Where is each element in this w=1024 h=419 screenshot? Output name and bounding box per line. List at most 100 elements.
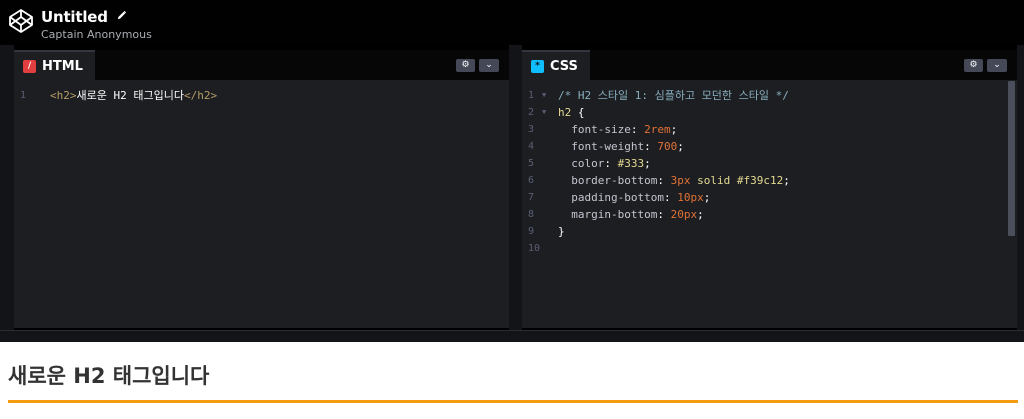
code-text: h2 { [558,104,585,121]
code-line[interactable]: 6 border-bottom: 3px solid #f39c12; [522,172,1017,189]
code-token: 20px [670,208,698,221]
title-block: Untitled Captain Anonymous [41,6,152,41]
line-number: 6 [528,175,535,186]
code-line[interactable]: 5 color: #333; [522,155,1017,172]
line-number: 7 [528,192,535,203]
author-name[interactable]: Captain Anonymous [41,28,152,41]
code-token: </h2> [183,89,218,102]
html-pane-controls: ⚙ ⌄ [456,59,499,72]
code-line[interactable]: 1 ▼/* H2 스타일 1: 심플하고 모던한 스타일 */ [522,87,1017,104]
code-token: : [657,174,671,187]
code-token: 3px [670,174,691,187]
css-dropdown-button[interactable]: ⌄ [987,59,1007,72]
code-token: { [571,106,585,119]
html-tabstrip: / HTML ⚙ ⌄ [14,50,509,80]
css-scrollbar[interactable] [1008,81,1015,236]
line-number: 9 [528,226,535,237]
code-line[interactable]: 2 ▼ h2 { [522,104,1017,121]
html-badge-icon: / [23,59,36,73]
tab-html[interactable]: / HTML [14,50,95,80]
line-number: 8 [528,209,535,220]
code-token: ; [677,140,684,153]
code-text: margin-bottom: 20px; [558,206,704,223]
html-code-editor[interactable]: 1 <h2>새로운 H2 태그입니다</h2> [14,87,509,104]
css-pane-controls: ⚙ ⌄ [964,59,1007,72]
code-line[interactable]: 10 [522,240,1017,257]
pencil-icon[interactable] [116,6,127,25]
code-token: ; [644,157,651,170]
gear-icon: ⚙ [461,60,470,70]
code-token: solid [697,174,731,187]
css-editor-pane: * CSS ⚙ ⌄ 1 ▼/* H2 스타일 1: 심플하고 모던한 스타일 */… [522,50,1017,328]
tab-css-label: CSS [550,58,578,74]
code-token: : [630,123,645,136]
pane-resize-divider[interactable] [509,45,522,330]
code-token: ; [697,208,704,221]
code-token: font-weight [558,140,645,153]
code-line[interactable]: 8 margin-bottom: 20px; [522,206,1017,223]
code-text: /* H2 스타일 1: 심플하고 모던한 스타일 */ [558,87,789,104]
code-token: : [663,191,678,204]
code-token: #333 [617,157,645,170]
code-token: 2rem [644,123,671,136]
code-token: 10px [677,191,704,204]
code-line[interactable]: 3 font-size: 2rem; [522,121,1017,138]
preview-heading: 새로운 H2 태그입니다 [8,360,1018,403]
code-text: } [558,223,565,240]
editor-bottom-resize-bar[interactable] [0,330,1024,342]
code-text: border-bottom: 3px solid #f39c12; [558,172,790,189]
code-token: ; [703,191,711,204]
code-token: padding-bottom [558,191,664,204]
line-number: 3 [528,124,535,135]
chevron-down-icon: ⌄ [485,60,493,70]
code-token: : [604,157,618,170]
code-token: #f39c12 [736,174,784,187]
line-number: 10 [528,243,541,254]
codepen-logo-icon[interactable] [8,8,34,34]
css-tabstrip: * CSS ⚙ ⌄ [522,50,1017,80]
css-code-editor[interactable]: 1 ▼/* H2 스타일 1: 심플하고 모던한 스타일 */2 ▼ h2 {3 fo… [522,87,1017,257]
code-text: color: #333; [558,155,651,172]
code-token: ; [783,174,790,187]
fold-arrow-icon[interactable]: ▼ [542,104,546,121]
line-number: 5 [528,158,535,169]
line-number: 1 [20,90,27,101]
code-token: : [657,208,671,221]
code-token: : [644,140,658,153]
tab-html-label: HTML [42,58,83,74]
code-text: font-weight: 700; [558,138,684,155]
editor-area: / HTML ⚙ ⌄ 1 <h2>새로운 H2 태그입니다</h2> * CSS … [0,45,1024,330]
code-token: 새로운 H2 태그입니다 [76,89,184,102]
code-token: } [558,225,565,238]
chevron-down-icon: ⌄ [993,60,1001,70]
code-line[interactable]: 1 <h2>새로운 H2 태그입니다</h2> [14,87,509,104]
code-token: color [558,157,605,170]
html-settings-button[interactable]: ⚙ [456,59,475,72]
code-token: 700 [657,140,678,153]
css-settings-button[interactable]: ⚙ [964,59,983,72]
result-preview: 새로운 H2 태그입니다 [0,342,1024,419]
css-badge-icon: * [531,59,544,73]
code-text: font-size: 2rem; [558,121,677,138]
code-token: <h2> [50,89,77,102]
code-token: ; [670,123,678,136]
code-line[interactable]: 4 font-weight: 700; [522,138,1017,155]
code-token: font-size [558,123,631,136]
code-line[interactable]: 9} [522,223,1017,240]
fold-arrow-icon[interactable]: ▼ [542,87,546,104]
code-token: /* H2 스타일 1: 심플하고 모던한 스타일 */ [558,89,789,102]
code-text: <h2>새로운 H2 태그입니다</h2> [50,87,217,104]
right-gutter [1017,45,1024,330]
html-dropdown-button[interactable]: ⌄ [479,59,499,72]
left-resize-gutter[interactable] [0,45,14,330]
code-line[interactable]: 7 padding-bottom: 10px; [522,189,1017,206]
code-token: border-bottom [558,174,658,187]
code-token: h2 [558,106,572,119]
tab-css[interactable]: * CSS [522,50,590,80]
code-token: margin-bottom [558,208,658,221]
code-text: padding-bottom: 10px; [558,189,710,206]
line-number: 4 [528,141,535,152]
pen-title[interactable]: Untitled [41,8,108,26]
gear-icon: ⚙ [969,60,978,70]
